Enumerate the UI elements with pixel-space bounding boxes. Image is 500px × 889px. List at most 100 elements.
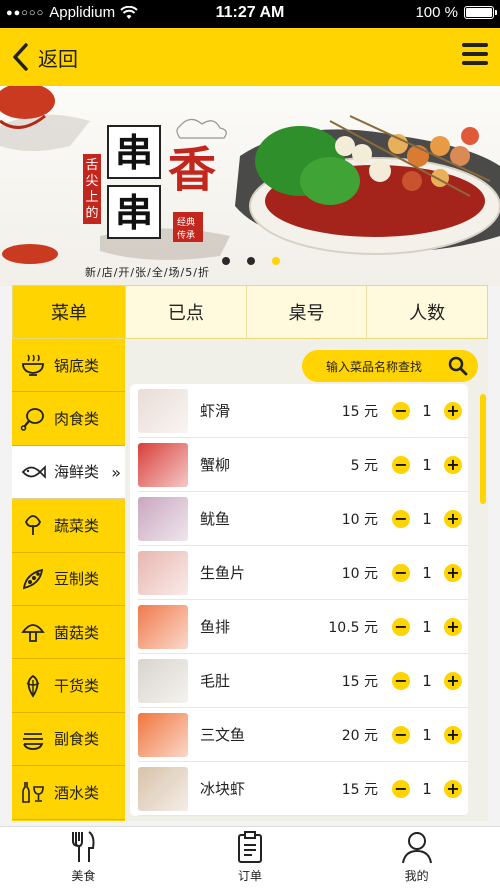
bowls-icon <box>20 726 46 752</box>
decrease-button[interactable]: − <box>392 401 410 420</box>
status-bar: ●●○○○ Applidium 11:27 AM 100 % <box>0 0 500 28</box>
increase-button[interactable]: + <box>444 617 462 636</box>
dish-price: 10 元 <box>341 565 378 582</box>
dish-row[interactable]: 鱼排 10.5 元 −1 + <box>138 600 468 654</box>
promo-banner[interactable]: 串 串 香 舌尖上的 经典传承 <box>0 86 500 286</box>
banner-pager[interactable] <box>222 257 280 265</box>
quantity-value: 1 <box>422 455 432 474</box>
dish-row[interactable]: 毛肚 15 元 −1 + <box>138 654 468 708</box>
increase-button[interactable]: + <box>444 455 462 474</box>
hotpot-icon <box>20 352 46 378</box>
quantity-value: 1 <box>422 779 432 798</box>
app-header: 返回 <box>0 28 500 86</box>
dish-panel: 输入菜品名称查找 虾滑 15 元 −1 + 蟹柳 5 元 −1 + 鱿鱼 10 元 −1 + 生鱼片 10… <box>125 339 488 821</box>
decrease-button[interactable]: − <box>392 779 410 798</box>
tab-1[interactable]: 已点 <box>126 286 247 338</box>
category-item[interactable]: 副食类 <box>12 713 125 767</box>
increase-button[interactable]: + <box>444 563 462 582</box>
vegetable-icon <box>20 512 46 538</box>
dish-name: 鱼排 <box>200 618 231 636</box>
nav-label: 我的 <box>404 869 429 883</box>
fork-knife-icon <box>65 829 101 865</box>
banner-side-text: 舌尖上的 <box>85 158 98 221</box>
search-input[interactable]: 输入菜品名称查找 <box>302 350 478 382</box>
hamburger-menu-icon[interactable] <box>462 43 488 71</box>
dish-row[interactable]: 生鱼片 10 元 −1 + <box>138 546 468 600</box>
fish-icon <box>20 459 46 485</box>
increase-button[interactable]: + <box>444 401 462 420</box>
tab-2[interactable]: 桌号 <box>247 286 368 338</box>
quantity-stepper: −1 + <box>392 563 462 582</box>
app-root: ●●○○○ Applidium 11:27 AM 100 % 返回 串 串 香 … <box>0 0 500 889</box>
increase-button[interactable]: + <box>444 779 462 798</box>
quantity-stepper: −1 + <box>392 671 462 690</box>
quantity-value: 1 <box>422 725 432 744</box>
increase-button[interactable]: + <box>444 509 462 528</box>
list-scrollbar[interactable] <box>480 394 486 504</box>
back-label: 返回 <box>38 46 78 71</box>
decrease-button[interactable]: − <box>392 455 410 474</box>
category-item[interactable]: 菌菇类 <box>12 606 125 660</box>
battery-level <box>466 8 492 17</box>
dish-row[interactable]: 鱿鱼 10 元 −1 + <box>138 492 468 546</box>
dish-name: 蟹柳 <box>200 456 231 474</box>
quantity-stepper: −1 + <box>392 509 462 528</box>
banner-dot[interactable] <box>247 257 255 265</box>
increase-button[interactable]: + <box>444 725 462 744</box>
nav-item-2[interactable]: 我的 <box>333 827 500 889</box>
dish-thumbnail <box>138 442 188 487</box>
clipboard-icon <box>232 829 268 865</box>
dish-price: 15 元 <box>341 403 378 420</box>
nav-item-0[interactable]: 美食 <box>0 827 167 889</box>
category-label: 酒水类 <box>54 783 100 802</box>
tab-0[interactable]: 菜单 <box>13 286 126 338</box>
category-label: 干货类 <box>54 677 100 696</box>
dish-thumbnail <box>138 712 188 757</box>
banner-dot[interactable] <box>272 257 280 265</box>
category-item[interactable]: 酒水类 <box>12 766 125 820</box>
quantity-value: 1 <box>422 401 432 420</box>
dish-thumbnail <box>138 766 188 811</box>
quantity-value: 1 <box>422 671 432 690</box>
category-item[interactable]: 干货类 <box>12 659 125 713</box>
quantity-value: 1 <box>422 617 432 636</box>
dish-price: 5 元 <box>350 457 378 474</box>
category-label: 锅底类 <box>54 356 100 375</box>
dish-name: 毛肚 <box>200 672 231 690</box>
dish-thumbnail <box>138 550 188 595</box>
category-label: 菌菇类 <box>54 623 100 642</box>
dish-row[interactable]: 虾滑 15 元 −1 + <box>138 384 468 438</box>
quantity-stepper: −1 + <box>392 455 462 474</box>
tab-3[interactable]: 人数 <box>367 286 487 338</box>
category-item[interactable]: 海鲜类 » <box>12 445 126 500</box>
category-item[interactable]: 锅底类 <box>12 339 125 393</box>
decrease-button[interactable]: − <box>392 725 410 744</box>
dish-row[interactable]: 三文鱼 20 元 −1 + <box>138 708 468 762</box>
category-item[interactable]: 蔬菜类 <box>12 499 125 553</box>
mushroom-icon <box>20 619 46 645</box>
decrease-button[interactable]: − <box>392 563 410 582</box>
dish-price: 15 元 <box>341 781 378 798</box>
dish-name: 三文鱼 <box>200 726 246 744</box>
category-label: 海鲜类 <box>54 463 100 482</box>
dish-thumbnail <box>138 388 188 433</box>
category-item[interactable]: 肉食类 <box>12 392 125 446</box>
dish-row[interactable]: 蟹柳 5 元 −1 + <box>138 438 468 492</box>
banner-dot[interactable] <box>222 257 230 265</box>
nav-item-1[interactable]: 订单 <box>167 827 334 889</box>
increase-button[interactable]: + <box>444 671 462 690</box>
nav-label: 美食 <box>71 869 96 883</box>
dish-name: 鱿鱼 <box>200 510 231 528</box>
dish-price: 15 元 <box>341 673 378 690</box>
decrease-button[interactable]: − <box>392 509 410 528</box>
decrease-button[interactable]: − <box>392 671 410 690</box>
dried-goods-icon <box>20 673 46 699</box>
category-item[interactable]: 豆制类 <box>12 553 125 606</box>
decrease-button[interactable]: − <box>392 617 410 636</box>
dish-thumbnail <box>138 604 188 649</box>
battery-percent: 100 % <box>415 4 458 21</box>
dish-row[interactable]: 冰块虾 15 元 −1 + <box>138 762 468 816</box>
bottom-nav: 美食 订单 我的 <box>0 826 500 889</box>
back-button[interactable]: 返回 <box>10 40 78 74</box>
search-icon[interactable] <box>448 356 468 376</box>
